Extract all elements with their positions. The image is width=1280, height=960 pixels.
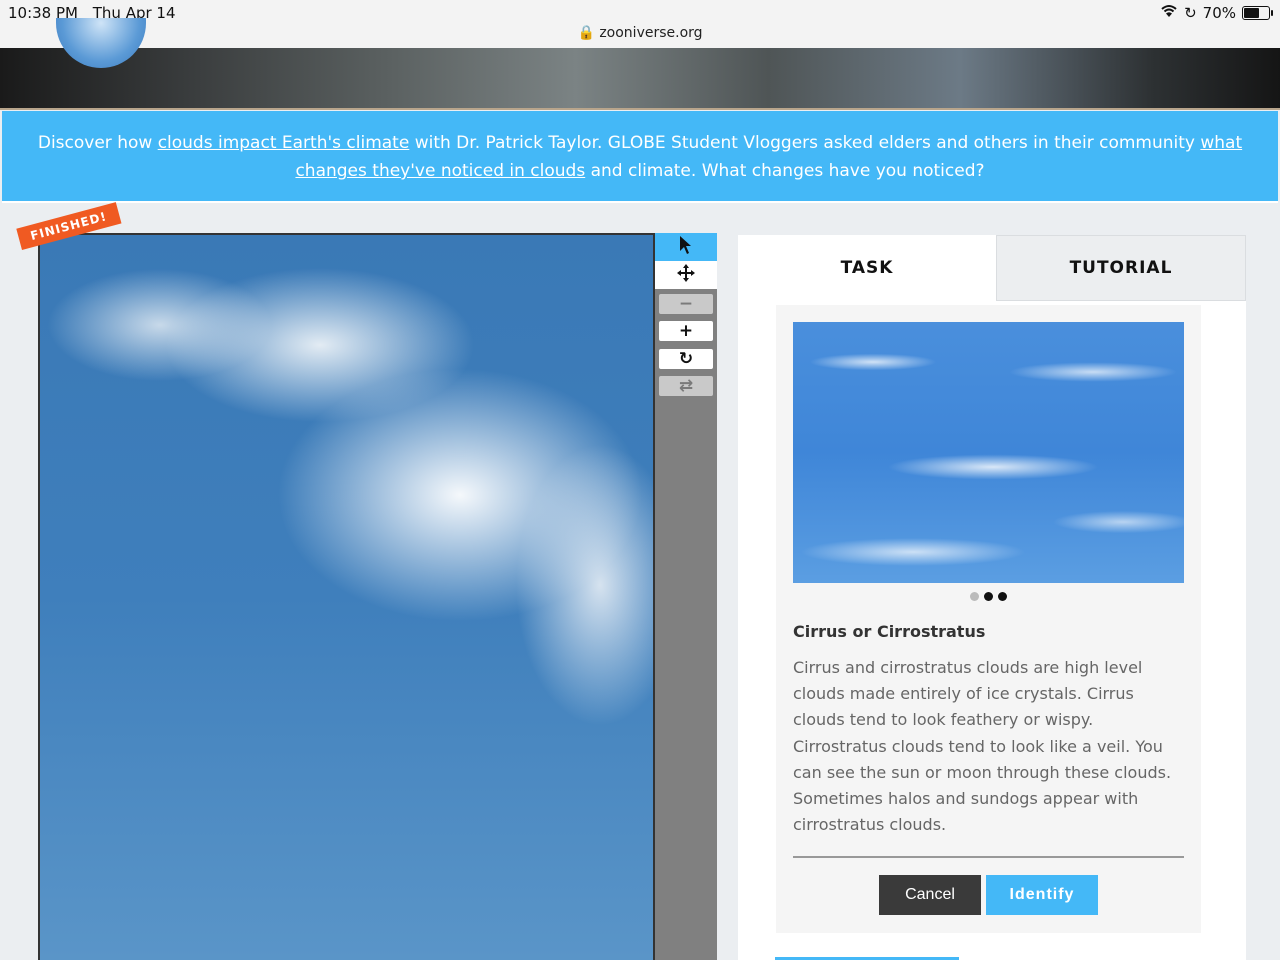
zoom-in-icon: +	[678, 321, 694, 341]
card-divider	[793, 856, 1184, 858]
rotate-icon: ↻	[678, 349, 694, 369]
cloud-type-card: Cirrus or Cirrostratus Cirrus and cirros…	[776, 305, 1201, 933]
url-bar[interactable]: 🔒 zooniverse.org	[0, 25, 1280, 41]
url-text: zooniverse.org	[599, 25, 703, 41]
reset-button[interactable]: ⇄	[659, 376, 713, 396]
lock-icon: 🔒	[577, 25, 595, 41]
announcement-text-2: with Dr. Patrick Taylor. GLOBE Student V…	[409, 133, 1201, 153]
battery-fill	[1244, 8, 1260, 18]
identify-button[interactable]: Identify	[986, 875, 1098, 915]
zoom-out-button[interactable]: −	[659, 294, 713, 314]
announcement-text-3: and climate. What changes have you notic…	[585, 161, 985, 181]
move-button[interactable]	[655, 261, 717, 289]
status-bar: 10:38 PM Thu Apr 14 🔒 zooniverse.org ↻ 7…	[0, 0, 1280, 48]
image-carousel-dots	[776, 592, 1201, 601]
project-avatar[interactable]	[56, 18, 146, 68]
battery-percent: 70%	[1202, 4, 1236, 22]
panel-tabs: TASK TUTORIAL	[738, 235, 1246, 301]
cloud-type-description: Cirrus and cirrostratus clouds are high …	[793, 658, 1172, 835]
move-icon	[676, 263, 696, 288]
task-panel: TASK TUTORIAL Cirrus or Cirrostratus Cir…	[738, 235, 1246, 960]
zoom-out-icon: −	[678, 294, 694, 314]
pointer-icon	[679, 235, 693, 260]
rotate-button[interactable]: ↻	[659, 349, 713, 369]
cloud-example-image[interactable]	[793, 322, 1184, 583]
announcement-text-1: Discover how	[37, 133, 158, 153]
zoom-in-button[interactable]: +	[659, 321, 713, 341]
announcement-banner: Discover how clouds impact Earth's clima…	[2, 111, 1278, 203]
orientation-lock-icon: ↻	[1184, 4, 1197, 22]
announcement-link-climate[interactable]: clouds impact Earth's climate	[158, 133, 410, 153]
tab-task[interactable]: TASK	[738, 235, 996, 301]
cancel-button[interactable]: Cancel	[879, 875, 981, 915]
project-header-image	[0, 18, 1280, 110]
cloud-type-title: Cirrus or Cirrostratus	[793, 622, 986, 641]
carousel-dot-1[interactable]	[970, 592, 979, 601]
pointer-button[interactable]	[655, 233, 717, 261]
tab-tutorial[interactable]: TUTORIAL	[996, 235, 1246, 301]
battery-icon	[1242, 6, 1273, 20]
wifi-icon	[1160, 4, 1178, 22]
carousel-dot-2[interactable]	[984, 592, 993, 601]
reset-icon: ⇄	[678, 376, 694, 396]
image-toolbar: − + ↻ ⇄	[655, 233, 717, 960]
carousel-dot-3[interactable]	[998, 592, 1007, 601]
status-right: ↻ 70%	[1160, 4, 1273, 22]
subject-image[interactable]	[38, 233, 655, 960]
